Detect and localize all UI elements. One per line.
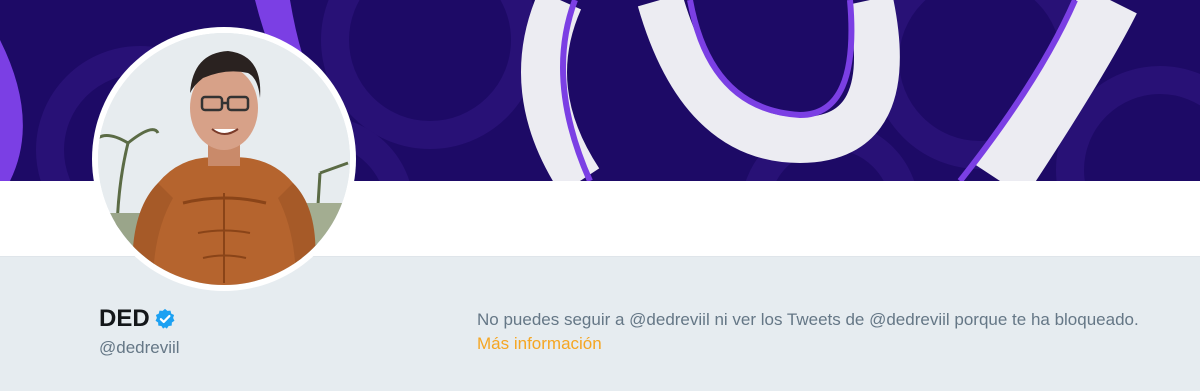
- screen-name[interactable]: @dedreviil: [99, 338, 180, 358]
- profile-name-row: DED: [99, 305, 176, 333]
- blocked-notice: No puedes seguir a @dedreviil ni ver los…: [477, 308, 1177, 356]
- avatar[interactable]: [92, 27, 356, 291]
- avatar-image: [98, 33, 350, 285]
- profile-page: DED @dedreviil No puedes seguir a @dedre…: [0, 0, 1200, 391]
- more-info-link[interactable]: Más información: [477, 332, 602, 356]
- display-name[interactable]: DED: [99, 305, 150, 333]
- blocked-message: No puedes seguir a @dedreviil ni ver los…: [477, 310, 1139, 329]
- verified-badge-icon: [154, 308, 176, 330]
